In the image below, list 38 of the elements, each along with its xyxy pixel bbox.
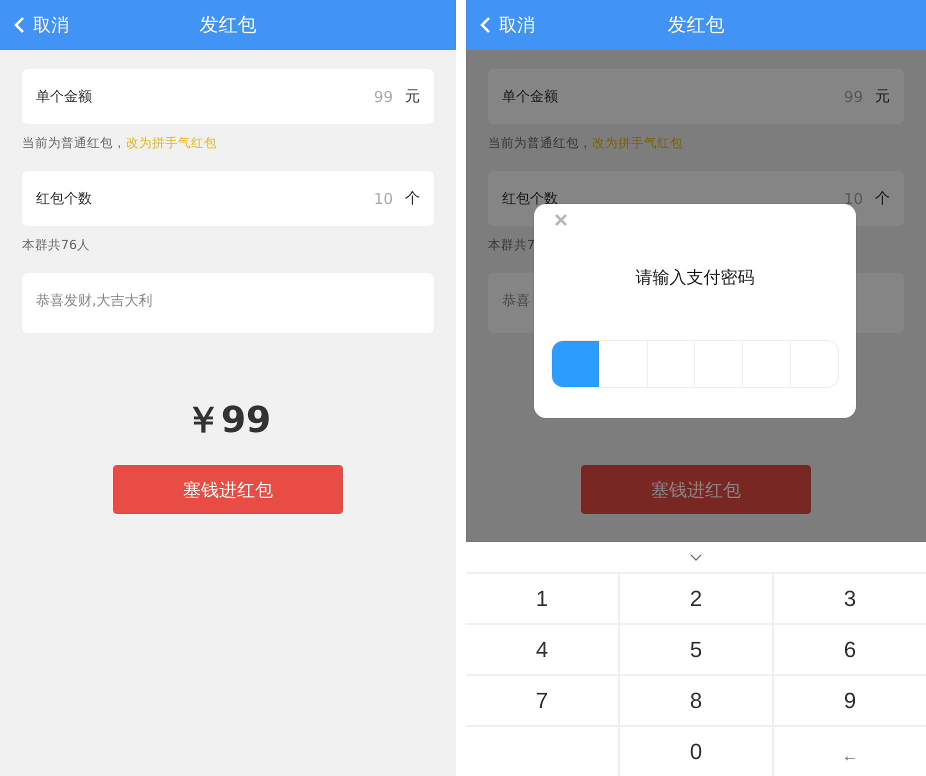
unit-label: 个 — [875, 189, 890, 208]
backspace-key[interactable]: ← — [774, 727, 926, 776]
page-title: 发红包 — [200, 13, 256, 38]
total-amount: ￥99 — [184, 399, 272, 443]
digit-key[interactable]: 3 — [774, 574, 926, 623]
hint-text: 本群共7 — [488, 237, 535, 252]
submit-button[interactable]: 塞钱进红包 — [113, 465, 343, 514]
back-icon — [14, 16, 25, 34]
hint-text: 当前为普通红包， — [488, 135, 592, 150]
form-row[interactable]: 红包个数 10 个 — [22, 171, 434, 226]
hint-text: 当前为普通红包， — [22, 135, 126, 150]
back-icon — [480, 16, 491, 34]
field-value: 99 — [374, 88, 393, 106]
digit-key[interactable]: 7 — [466, 676, 618, 725]
field-label: 红包个数 — [502, 190, 559, 208]
digit-key[interactable]: 1 — [466, 574, 618, 623]
digit-key[interactable]: 0 — [620, 727, 772, 776]
password-field[interactable] — [551, 340, 839, 388]
chevron-down-icon[interactable] — [690, 554, 702, 560]
field-label: 红包个数 — [36, 190, 93, 208]
unit-label: 元 — [875, 87, 890, 106]
page-title: 发红包 — [668, 13, 724, 38]
digit-key[interactable]: 4 — [466, 625, 618, 674]
digit-key[interactable]: 8 — [620, 676, 772, 725]
close-icon[interactable] — [555, 214, 567, 226]
field-label: 单个金额 — [36, 88, 93, 106]
digit-key[interactable]: 9 — [774, 676, 926, 725]
digit-key[interactable]: 6 — [774, 625, 926, 674]
digit-key[interactable]: 5 — [620, 625, 772, 674]
field-label: 单个金额 — [502, 88, 559, 106]
unit-label: 个 — [405, 189, 420, 208]
form-row[interactable]: 单个金额 99 元 — [22, 69, 434, 124]
hint-text: 本群共76人 — [22, 237, 90, 252]
unit-label: 元 — [405, 87, 420, 106]
digit-key[interactable]: 2 — [620, 574, 772, 623]
dialog-title: 请输入支付密码 — [634, 267, 756, 289]
greeting-field[interactable]: 恭喜发财,大吉大利 — [22, 273, 434, 333]
field-value: 10 — [374, 190, 393, 208]
